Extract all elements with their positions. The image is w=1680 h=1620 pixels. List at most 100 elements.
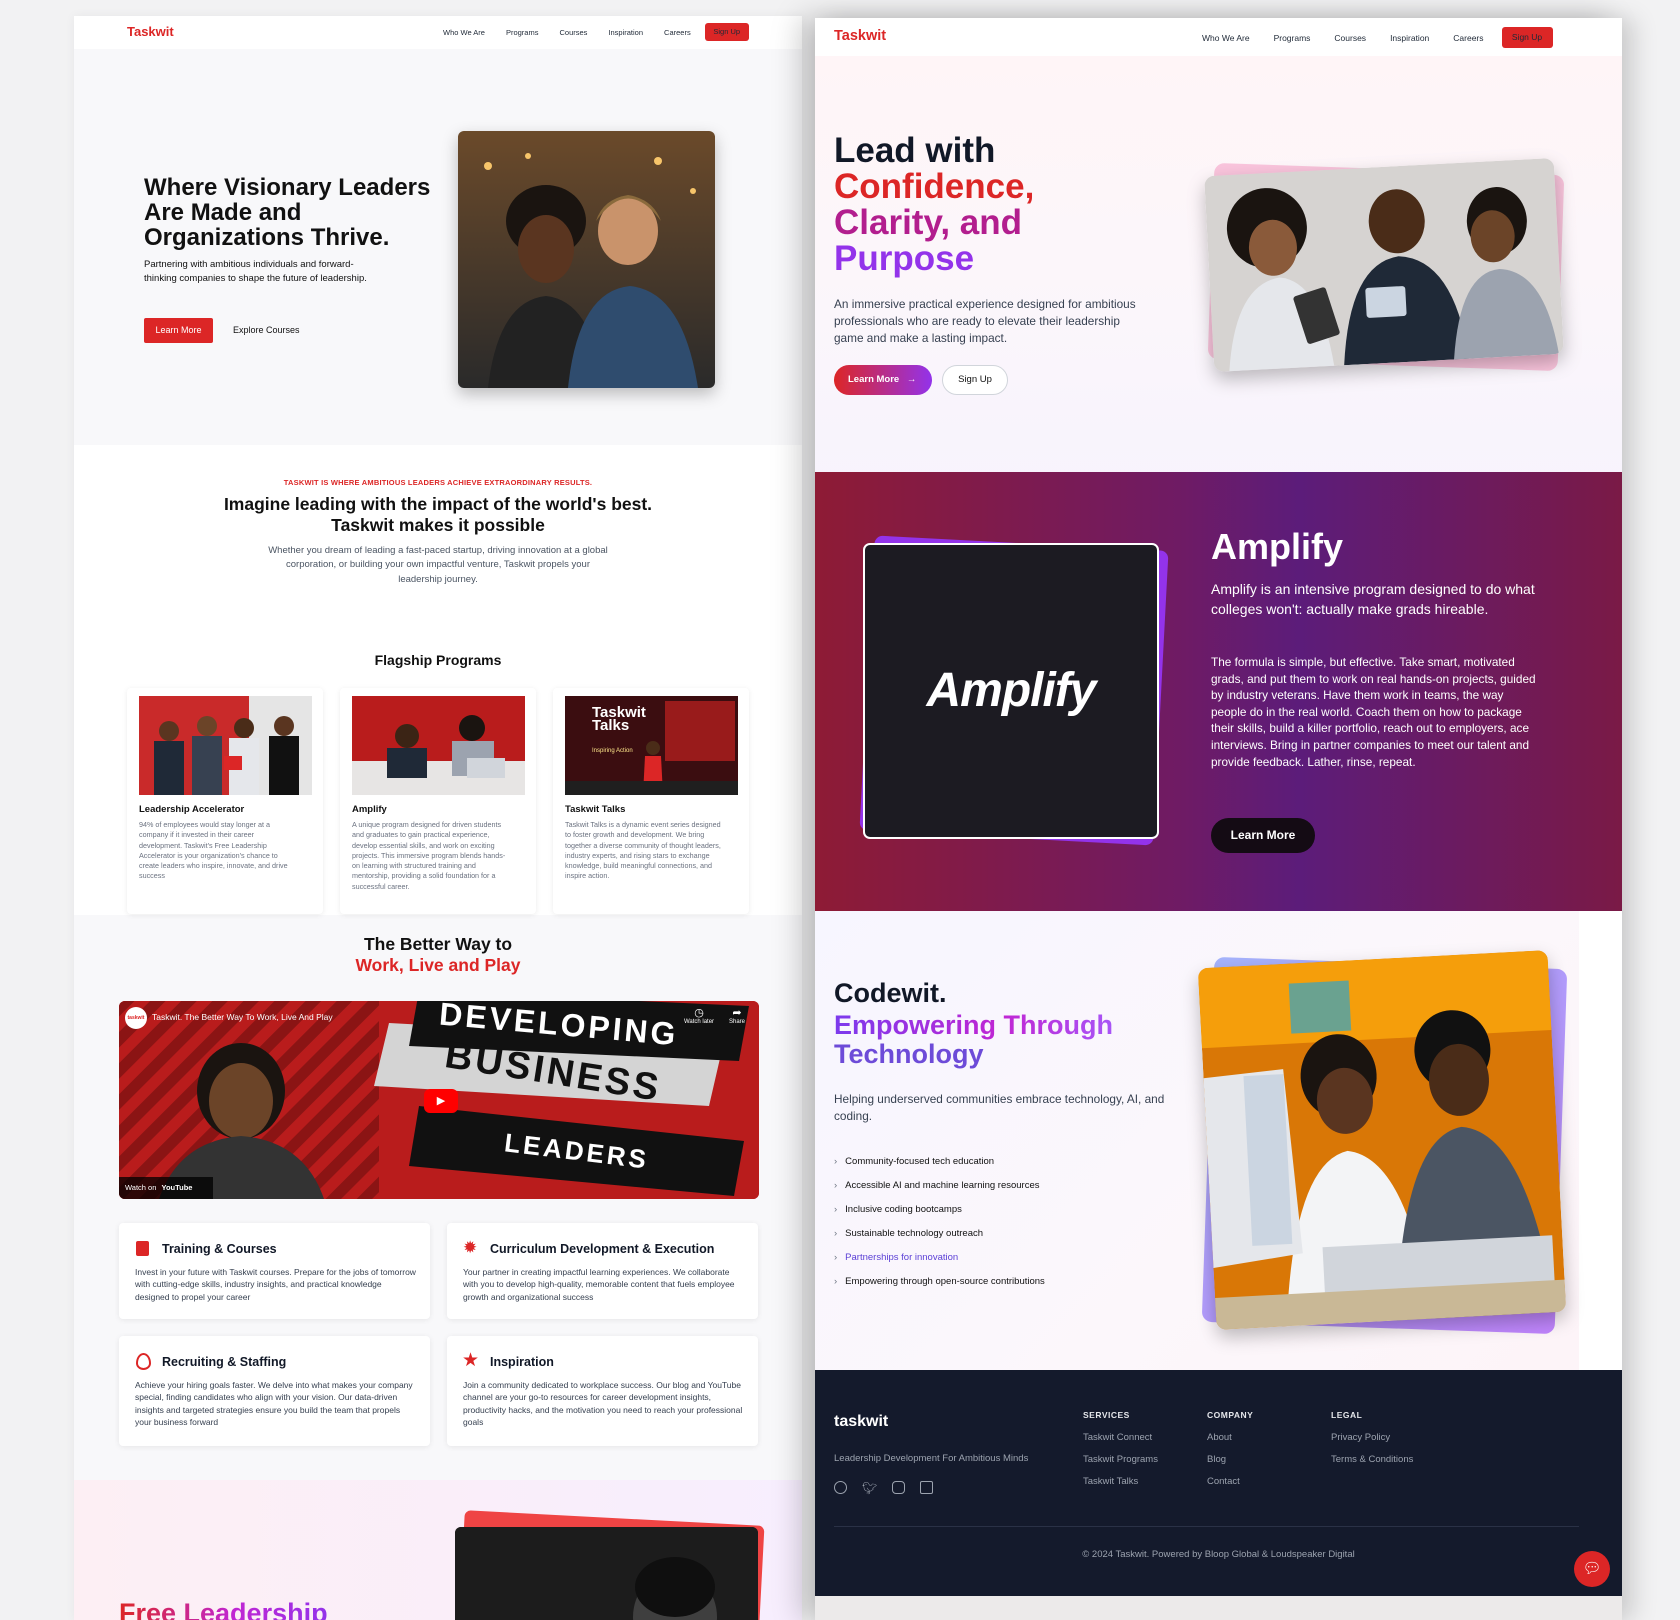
service-card-curriculum[interactable]: ✹ Curriculum Development & Execution You… (447, 1223, 758, 1319)
footer-link[interactable]: Terms & Conditions (1331, 1454, 1413, 1465)
top-nav: Taskwit Who We Are Programs Courses Insp… (815, 18, 1622, 56)
footer-divider (834, 1526, 1579, 1527)
footer-link[interactable]: Privacy Policy (1331, 1432, 1413, 1443)
list-item-link[interactable]: Partnerships for innovation (845, 1252, 958, 1263)
youtube-video-embed[interactable]: DEVELOPING BUSINESS LEADERS taskwit Task… (119, 1001, 759, 1199)
list-item: › Empowering through open-source contribu… (834, 1276, 1045, 1300)
hero-photo (458, 131, 715, 388)
chevron-right-icon: › (834, 1180, 838, 1191)
service-text: Invest in your future with Taskwit cours… (135, 1267, 416, 1302)
facebook-icon[interactable] (834, 1481, 847, 1494)
footer-copyright: © 2024 Taskwit. Powered by Bloop Global … (1082, 1549, 1355, 1560)
list-item: › Inclusive coding bootcamps (834, 1204, 1045, 1228)
footer-link[interactable]: About (1207, 1432, 1253, 1443)
nav-programs[interactable]: Programs (506, 28, 539, 37)
service-card-recruiting[interactable]: Recruiting & Staffing Achieve your hirin… (119, 1336, 430, 1446)
free-leadership-title: Free Leadership (119, 1598, 328, 1620)
codewit-photo (1197, 950, 1567, 1330)
service-card-training[interactable]: Training & Courses Invest in your future… (119, 1223, 430, 1319)
brand-logo[interactable]: Taskwit (127, 24, 174, 39)
chat-bubble-icon[interactable]: 💬︎ (1574, 1551, 1610, 1587)
signup-button[interactable]: Sign Up (1501, 27, 1553, 48)
program-title: Amplify (352, 804, 387, 815)
footer-link[interactable]: Blog (1207, 1454, 1253, 1465)
watch-later-label: Watch later (683, 1019, 715, 1025)
program-title: Taskwit Talks (565, 804, 626, 815)
footer-col-services: SERVICES Taskwit Connect Taskwit Program… (1083, 1410, 1158, 1487)
channel-avatar[interactable]: taskwit (125, 1007, 147, 1029)
page-bottom-strip (815, 1596, 1622, 1620)
better-way-line2: Work, Live and Play (355, 954, 521, 975)
footer-link[interactable]: Taskwit Talks (1083, 1476, 1158, 1487)
learn-more-label: Learn More (848, 374, 900, 385)
instagram-icon[interactable] (892, 1481, 906, 1494)
footer-heading: SERVICES (1083, 1410, 1130, 1420)
nav-inspiration[interactable]: Inspiration (608, 28, 643, 37)
hero-title: Where Visionary Leaders Are Made and Org… (144, 174, 431, 251)
leadership-photo (139, 696, 312, 795)
footer-link[interactable]: Taskwit Programs (1083, 1454, 1158, 1465)
linkedin-icon[interactable] (920, 1481, 934, 1494)
learn-more-button[interactable]: Learn More (144, 318, 213, 343)
nav-courses[interactable]: Courses (1334, 33, 1366, 43)
hero-line-4: Purpose (834, 239, 975, 278)
signup-button[interactable]: Sign Up (704, 23, 749, 41)
share-label: Share (728, 1019, 745, 1025)
codewit-subtitle: Empowering Through Technology (834, 1011, 1113, 1069)
service-title: Training & Courses (162, 1242, 277, 1256)
program-text: Taskwit Talks is a dynamic event series … (565, 820, 721, 881)
nav-careers[interactable]: Careers (1453, 33, 1483, 43)
program-card-leadership[interactable]: Leadership Accelerator 94% of employees … (127, 688, 323, 914)
left-page: Taskwit Who We Are Programs Courses Insp… (74, 16, 802, 1620)
footer-logo[interactable]: taskwit (834, 1413, 888, 1431)
talks-photo: Taskwit Talks Inspiring Action (565, 696, 738, 795)
play-button-icon[interactable]: ▶ (424, 1089, 458, 1113)
program-text: 94% of employees would stay longer at a … (139, 820, 288, 881)
nav-who-we-are[interactable]: Who We Are (1202, 33, 1250, 43)
share-button[interactable]: ➦ Share (723, 1006, 751, 1025)
right-page: Taskwit Who We Are Programs Courses Insp… (815, 18, 1622, 1620)
explore-courses-link[interactable]: Explore Courses (233, 325, 300, 335)
nav-careers[interactable]: Careers (664, 28, 691, 37)
book-icon (136, 1241, 149, 1256)
mission-title: Imagine leading with the impact of the w… (74, 494, 802, 535)
watch-on-youtube[interactable]: Watch on YouTube (119, 1177, 213, 1199)
codewit-title: Codewit. (834, 978, 947, 1008)
footer-link[interactable]: Contact (1207, 1476, 1253, 1487)
free-leadership-photo (455, 1527, 758, 1620)
hero-line-3: Clarity, and (834, 203, 1023, 242)
service-title: Curriculum Development & Execution (490, 1242, 715, 1256)
youtube-logo: YouTube (161, 1183, 193, 1192)
codewit-description: Helping underserved communities embrace … (834, 1092, 1165, 1123)
mission-eyebrow: TASKWIT IS WHERE AMBITIOUS LEADERS ACHIE… (283, 478, 593, 487)
service-card-inspiration[interactable]: ★ Inspiration Join a community dedicated… (447, 1336, 758, 1446)
star-icon: ★ (462, 1350, 480, 1371)
nav-who-we-are[interactable]: Who We Are (443, 28, 485, 37)
chevron-right-icon: › (834, 1156, 838, 1167)
share-icon: ➦ (732, 1007, 742, 1019)
hero-subtitle: Partnering with ambitious individuals an… (144, 259, 367, 284)
list-item[interactable]: › Partnerships for innovation (834, 1252, 1045, 1276)
hero-signup-button[interactable]: Sign Up (942, 365, 1008, 395)
learn-more-button[interactable]: Learn More → (834, 365, 932, 395)
video-title[interactable]: Taskwit. The Better Way To Work, Live An… (152, 1012, 333, 1022)
free-leadership-title-text: Free Leadership (119, 1598, 328, 1620)
codewit-sub-line1: Empowering Through (834, 1010, 1113, 1040)
chevron-right-icon: › (834, 1204, 838, 1215)
watch-later-button[interactable]: ◷ Watch later (681, 1006, 717, 1025)
program-card-amplify[interactable]: Amplify A unique program designed for dr… (340, 688, 536, 914)
nav-courses[interactable]: Courses (559, 28, 587, 37)
amplify-learn-more-button[interactable]: Learn More (1211, 818, 1315, 853)
nav-programs[interactable]: Programs (1274, 33, 1311, 43)
brand-logo[interactable]: Taskwit (834, 28, 886, 44)
footer-link[interactable]: Taskwit Connect (1083, 1432, 1158, 1443)
chevron-right-icon: › (834, 1252, 838, 1263)
chevron-right-icon: › (834, 1228, 838, 1239)
hero-line-1: Lead with (834, 131, 996, 170)
nav-inspiration[interactable]: Inspiration (1390, 33, 1429, 43)
amplify-title: Amplify (1211, 526, 1344, 567)
fire-icon (136, 1353, 151, 1370)
twitter-icon[interactable]: 🐦︎ (862, 1481, 877, 1495)
program-card-talks[interactable]: Taskwit Talks Inspiring Action Taskwit T… (553, 688, 749, 914)
talks-image-title: Taskwit Talks (592, 704, 646, 734)
